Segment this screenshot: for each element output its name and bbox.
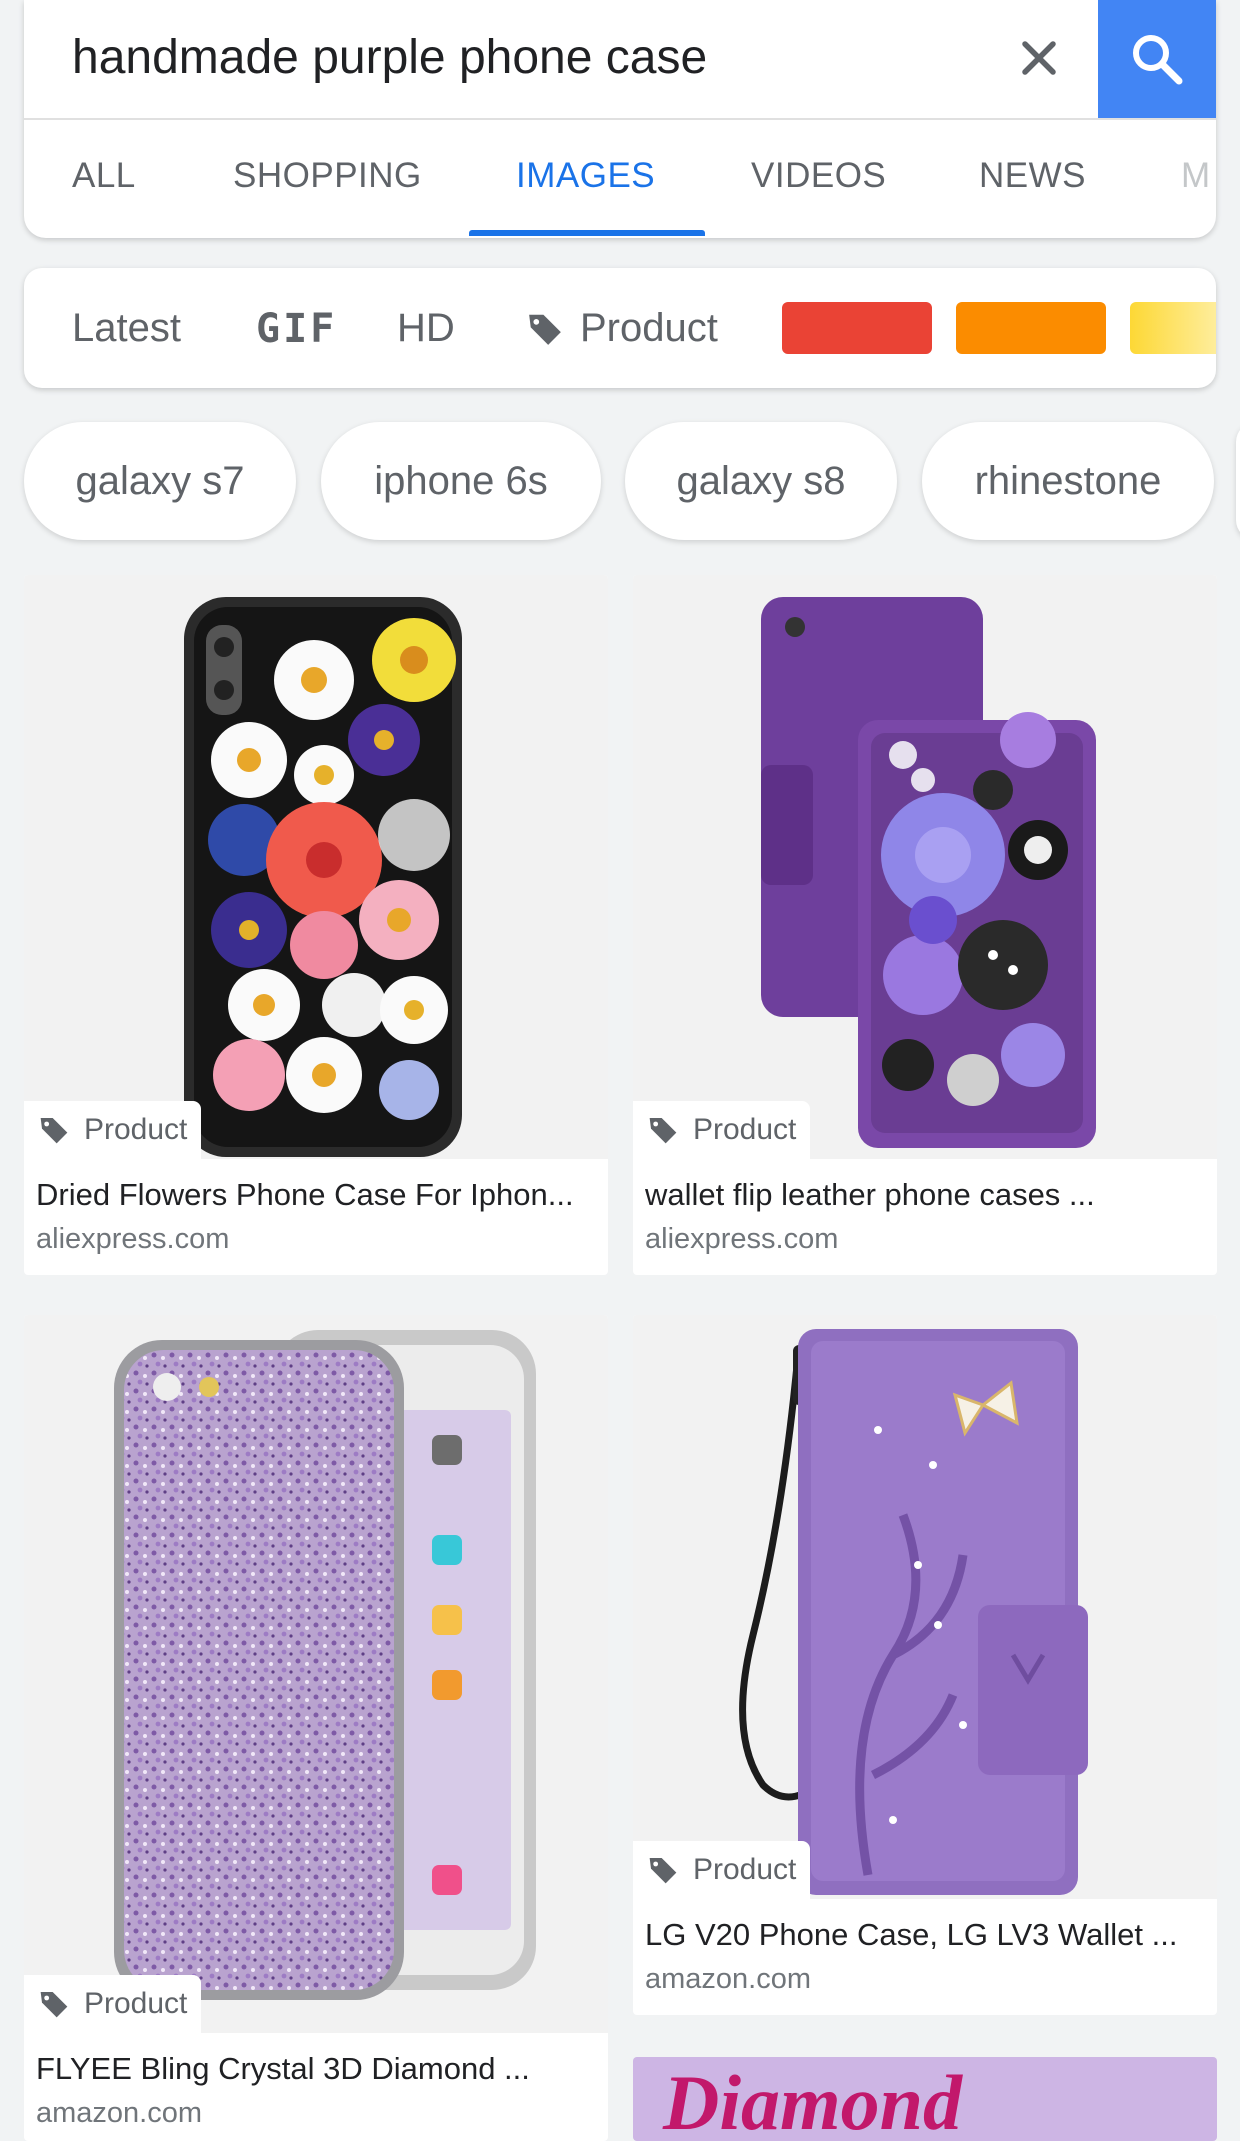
result-title[interactable]: wallet flip leather phone cases ...	[645, 1177, 1205, 1213]
filter-latest[interactable]: Latest	[72, 306, 181, 351]
tag-icon	[40, 1118, 68, 1144]
phone-case-image	[761, 597, 1096, 1148]
search-tabs: ALL SHOPPING IMAGES VIDEOS NEWS M	[24, 120, 1216, 238]
search-header: handmade purple phone case ALL SHOPPING …	[24, 0, 1216, 238]
image-filter-bar: Latest GIF HD Product	[24, 268, 1216, 388]
result-source[interactable]: aliexpress.com	[645, 1223, 838, 1256]
product-badge-label: Product	[693, 1113, 797, 1146]
active-tab-indicator	[469, 230, 705, 236]
color-filter-yellow[interactable]	[1130, 302, 1216, 354]
image-result[interactable]: Product Dried Flowers Phone Case For Iph…	[24, 575, 608, 1275]
product-badge: Product	[633, 1841, 811, 1899]
product-badge-label: Product	[84, 1987, 188, 2020]
product-badge-label: Product	[84, 1113, 188, 1146]
result-thumbnail[interactable]: Product	[24, 575, 608, 1159]
filter-hd[interactable]: HD	[397, 306, 455, 351]
result-title[interactable]: FLYEE Bling Crystal 3D Diamond ...	[36, 2051, 596, 2087]
result-source[interactable]: amazon.com	[36, 2097, 202, 2130]
tab-all[interactable]: ALL	[72, 156, 136, 196]
image-result[interactable]: Product wallet flip leather phone cases …	[633, 575, 1217, 1275]
result-thumbnail[interactable]: Product	[633, 575, 1217, 1159]
color-filter-red[interactable]	[782, 302, 932, 354]
tab-shopping[interactable]: SHOPPING	[233, 156, 422, 196]
phone-case-image	[114, 1330, 536, 2000]
tag-icon	[649, 1858, 677, 1884]
result-source[interactable]: aliexpress.com	[36, 1223, 229, 1256]
result-title[interactable]: Dried Flowers Phone Case For Iphon...	[36, 1177, 596, 1213]
chip-rhinestone[interactable]: rhinestone	[922, 422, 1214, 540]
filter-gif[interactable]: GIF	[256, 306, 337, 352]
phone-case-image	[739, 1329, 1088, 1895]
result-thumbnail[interactable]: Product	[24, 1315, 608, 2033]
product-badge-label: Product	[693, 1853, 797, 1886]
result-image-text: Diamond	[663, 2059, 963, 2141]
chip-iphone-6s[interactable]: iphone 6s	[321, 422, 601, 540]
product-badge: Product	[633, 1101, 811, 1159]
phone-case-image	[184, 597, 462, 1157]
tag-icon	[40, 1992, 68, 2018]
result-title[interactable]: LG V20 Phone Case, LG LV3 Wallet ...	[645, 1917, 1205, 1953]
tab-images[interactable]: IMAGES	[516, 156, 655, 196]
tag-icon	[529, 314, 561, 345]
image-result[interactable]: Product LG V20 Phone Case, LG LV3 Wallet…	[633, 1315, 1217, 2015]
filter-product[interactable]: Product	[526, 306, 718, 351]
search-input[interactable]: handmade purple phone case	[72, 22, 707, 94]
chip-galaxy-s8[interactable]: galaxy s8	[625, 422, 897, 540]
tab-news[interactable]: NEWS	[979, 156, 1086, 196]
search-icon	[1133, 35, 1183, 85]
tab-videos[interactable]: VIDEOS	[751, 156, 886, 196]
image-result[interactable]: Product FLYEE Bling Crystal 3D Diamond .…	[24, 1315, 608, 2141]
color-filter-orange[interactable]	[956, 302, 1106, 354]
clear-search-button[interactable]	[999, 24, 1079, 92]
chip-partial[interactable]	[1236, 422, 1240, 540]
search-button[interactable]	[1098, 0, 1216, 118]
close-icon	[1022, 41, 1056, 75]
result-thumbnail[interactable]: Product	[633, 1315, 1217, 1899]
image-result-partial[interactable]: Diamond	[633, 2057, 1217, 2141]
chip-galaxy-s7[interactable]: galaxy s7	[24, 422, 296, 540]
product-badge: Product	[24, 1975, 202, 2033]
result-source[interactable]: amazon.com	[645, 1963, 811, 1996]
tag-icon	[649, 1118, 677, 1144]
product-badge: Product	[24, 1101, 202, 1159]
filter-product-label: Product	[580, 306, 718, 350]
tab-more[interactable]: M	[1181, 156, 1211, 196]
